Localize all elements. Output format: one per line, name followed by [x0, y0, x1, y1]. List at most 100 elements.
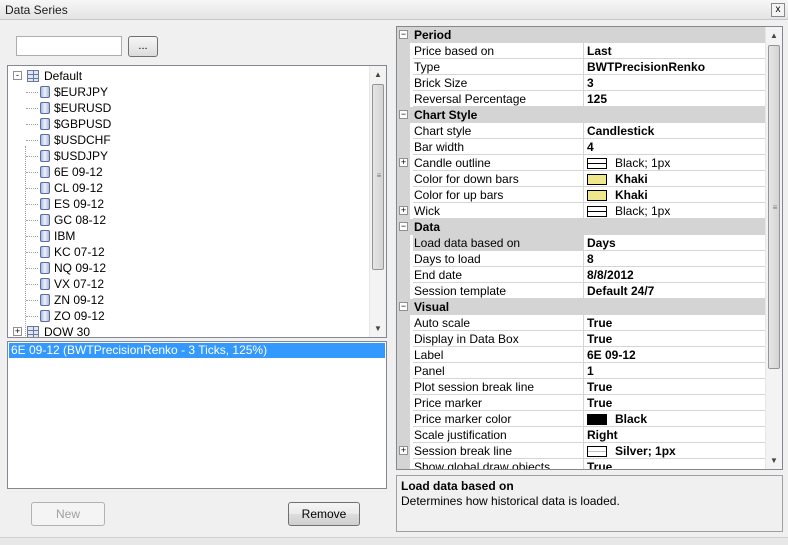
instrument-icon — [40, 134, 50, 146]
scrollbar-thumb[interactable]: ≡ — [372, 84, 384, 270]
property-value[interactable]: BWTPrecisionRenko — [583, 59, 767, 75]
property-row[interactable]: Scale justification Right — [397, 427, 767, 443]
property-grid[interactable]: − Period Price based on Last Type BWTPrecisio… — [396, 26, 783, 470]
collapse-icon[interactable]: - — [13, 71, 22, 80]
property-row[interactable]: Price marker True — [397, 395, 767, 411]
property-row[interactable]: Plot session break line True — [397, 379, 767, 395]
property-value[interactable]: True — [583, 395, 767, 411]
expand-icon[interactable]: + — [399, 158, 408, 167]
property-label: Wick — [413, 203, 583, 219]
property-value[interactable]: 125 — [583, 91, 767, 107]
collapse-icon[interactable]: − — [399, 302, 408, 311]
property-row[interactable]: Price marker color Black — [397, 411, 767, 427]
remove-button[interactable]: Remove — [288, 502, 360, 526]
category-title: Visual — [414, 300, 450, 314]
property-value[interactable]: Khaki — [583, 171, 767, 187]
property-label: Price based on — [413, 43, 583, 59]
property-value-text: Black — [615, 412, 648, 426]
property-row[interactable]: Session template Default 24/7 — [397, 283, 767, 299]
collapse-icon[interactable]: − — [399, 30, 408, 39]
property-value[interactable]: Right — [583, 427, 767, 443]
property-value[interactable]: Candlestick — [583, 123, 767, 139]
property-value[interactable]: Black; 1px — [583, 203, 767, 219]
close-button[interactable]: x — [771, 3, 785, 17]
expand-icon[interactable]: + — [399, 206, 408, 215]
property-row[interactable]: + Candle outline Black; 1px — [397, 155, 767, 171]
category-visual[interactable]: − Visual — [397, 299, 767, 315]
property-row[interactable]: Reversal Percentage 125 — [397, 91, 767, 107]
tree-scrollbar[interactable]: ▲ ≡ ▼ — [369, 66, 386, 337]
tree-connector-line — [26, 268, 38, 269]
instrument-icon — [40, 278, 50, 290]
property-value[interactable]: 8 — [583, 251, 767, 267]
property-row[interactable]: Show global draw objects True — [397, 459, 767, 469]
property-value[interactable]: True — [583, 459, 767, 469]
property-gutter — [397, 75, 410, 91]
status-strip — [0, 537, 788, 545]
property-row[interactable]: Days to load 8 — [397, 251, 767, 267]
series-list-item[interactable]: 6E 09-12 (BWTPrecisionRenko - 3 Ticks, 1… — [9, 343, 385, 358]
collapse-icon[interactable]: − — [399, 110, 408, 119]
tree-node-label: CL 09-12 — [54, 181, 103, 195]
property-gutter — [397, 459, 410, 469]
tree-node-label: $GBPUSD — [54, 117, 112, 131]
property-value[interactable]: Default 24/7 — [583, 283, 767, 299]
expand-icon[interactable]: + — [13, 327, 22, 336]
property-row[interactable]: + Wick Black; 1px — [397, 203, 767, 219]
property-row[interactable]: Chart style Candlestick — [397, 123, 767, 139]
property-value-text: Khaki — [615, 188, 648, 202]
instrument-icon — [40, 198, 50, 210]
property-grid-scrollbar[interactable]: ▲ ≡ ▼ — [765, 27, 782, 469]
selected-series-list[interactable]: 6E 09-12 (BWTPrecisionRenko - 3 Ticks, 1… — [7, 341, 387, 489]
property-value[interactable]: 3 — [583, 75, 767, 91]
property-row[interactable]: Type BWTPrecisionRenko — [397, 59, 767, 75]
scroll-down-icon[interactable]: ▼ — [766, 452, 782, 469]
scroll-up-icon[interactable]: ▲ — [370, 66, 386, 83]
property-gutter — [397, 315, 410, 331]
property-value[interactable]: Black; 1px — [583, 155, 767, 171]
property-value[interactable]: True — [583, 315, 767, 331]
property-row[interactable]: Color for down bars Khaki — [397, 171, 767, 187]
tree-connector-line — [26, 316, 38, 317]
collapse-icon[interactable]: − — [399, 222, 408, 231]
property-value-text: Right — [587, 428, 618, 442]
category-chart-style[interactable]: − Chart Style — [397, 107, 767, 123]
tree-connector-line — [26, 92, 38, 93]
property-value[interactable]: Last — [583, 43, 767, 59]
property-row[interactable]: Panel 1 — [397, 363, 767, 379]
property-value[interactable]: 1 — [583, 363, 767, 379]
scroll-down-icon[interactable]: ▼ — [370, 320, 386, 337]
scrollbar-thumb[interactable]: ≡ — [768, 45, 780, 369]
property-gutter — [397, 123, 410, 139]
expand-icon[interactable]: + — [399, 446, 408, 455]
instrument-search-input[interactable] — [16, 36, 122, 56]
property-value[interactable]: 4 — [583, 139, 767, 155]
property-row[interactable]: Brick Size 3 — [397, 75, 767, 91]
property-value[interactable]: True — [583, 379, 767, 395]
property-gutter — [397, 283, 410, 299]
property-row[interactable]: Auto scale True — [397, 315, 767, 331]
tree-node-label: ES 09-12 — [54, 197, 105, 211]
property-value[interactable]: Silver; 1px — [583, 443, 767, 459]
browse-button[interactable]: ... — [128, 36, 158, 57]
scroll-up-icon[interactable]: ▲ — [766, 27, 782, 44]
property-row[interactable]: + Session break line Silver; 1px — [397, 443, 767, 459]
category-title: Period — [414, 28, 452, 42]
category-period[interactable]: − Period — [397, 27, 767, 43]
category-data[interactable]: − Data — [397, 219, 767, 235]
instrument-tree[interactable]: - Default $EURJPY $EURUSD $GBPUSD $USDCHF $U… — [7, 65, 387, 338]
property-value[interactable]: True — [583, 331, 767, 347]
property-value[interactable]: Days — [583, 235, 767, 251]
property-value[interactable]: 8/8/2012 — [583, 267, 767, 283]
property-value[interactable]: Black — [583, 411, 767, 427]
property-row[interactable]: Bar width 4 — [397, 139, 767, 155]
new-button[interactable]: New — [31, 502, 105, 526]
property-row[interactable]: Load data based on Days — [397, 235, 767, 251]
property-row[interactable]: End date 8/8/2012 — [397, 267, 767, 283]
property-row[interactable]: Price based on Last — [397, 43, 767, 59]
property-row[interactable]: Label 6E 09-12 — [397, 347, 767, 363]
property-row[interactable]: Display in Data Box True — [397, 331, 767, 347]
property-row[interactable]: Color for up bars Khaki — [397, 187, 767, 203]
property-value[interactable]: 6E 09-12 — [583, 347, 767, 363]
property-value[interactable]: Khaki — [583, 187, 767, 203]
